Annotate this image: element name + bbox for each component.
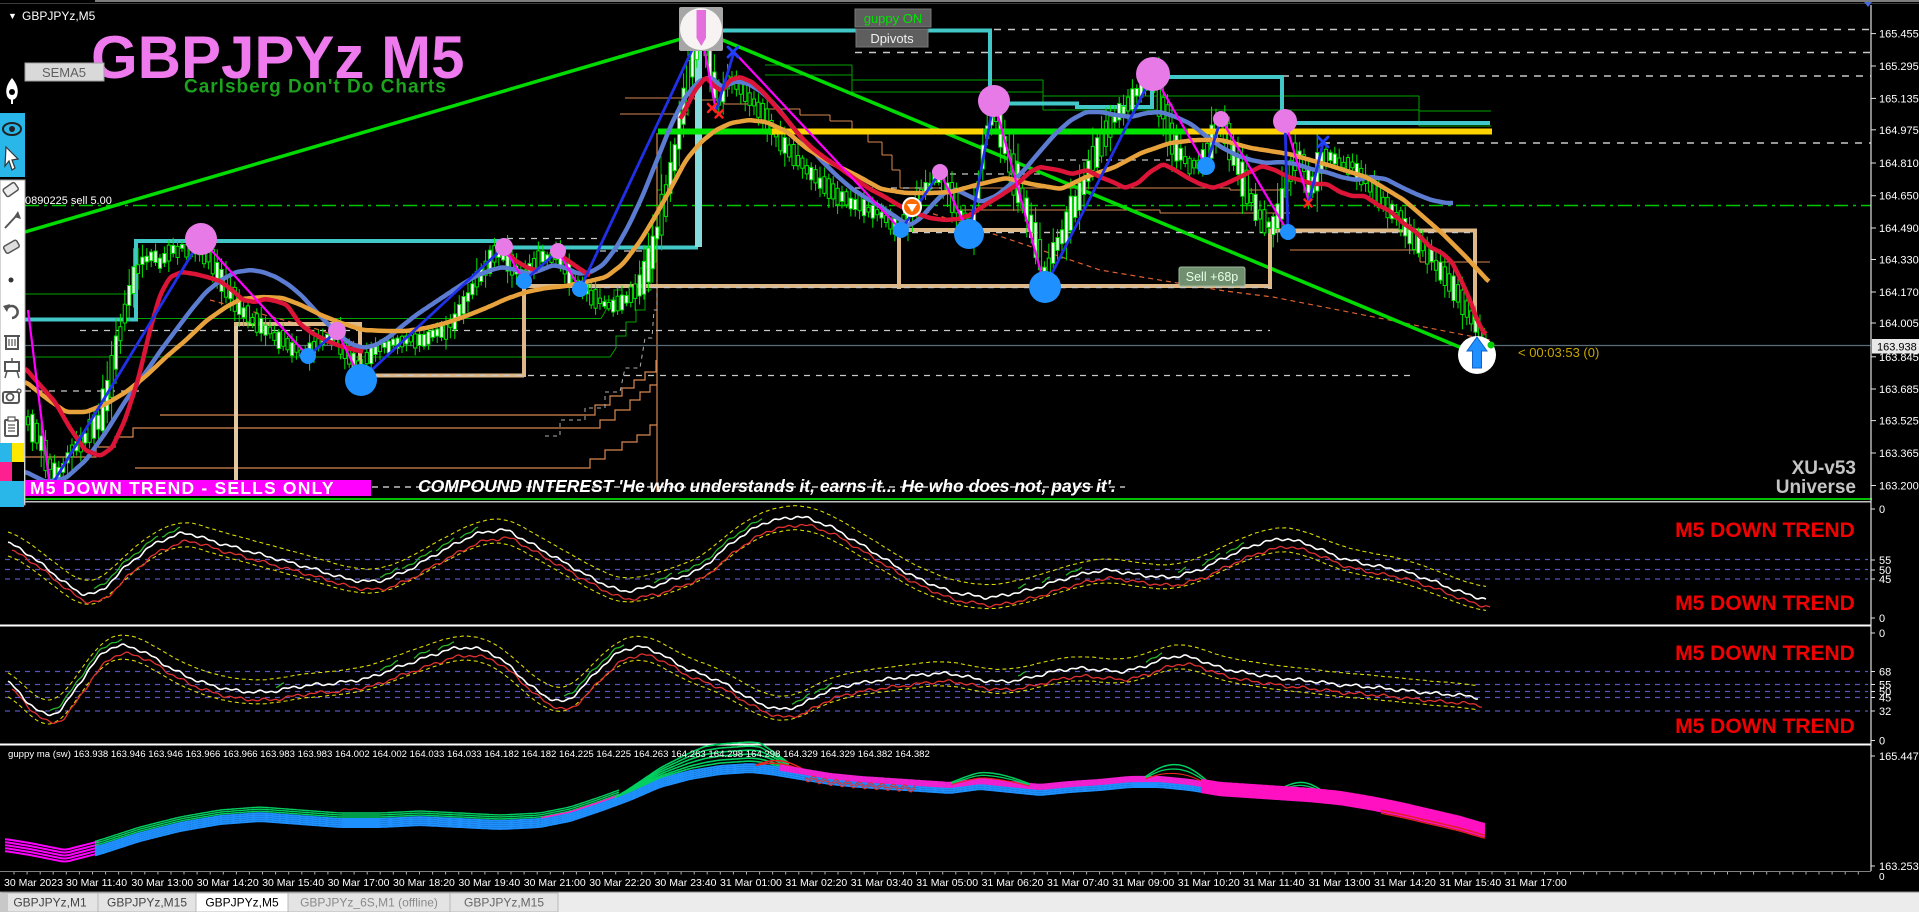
svg-text:31 Mar 15:40: 31 Mar 15:40 [1439, 877, 1501, 889]
svg-text:0: 0 [1879, 872, 1885, 883]
svg-text:31 Mar 10:20: 31 Mar 10:20 [1178, 877, 1240, 889]
svg-text:GBPJPYz,M15: GBPJPYz,M15 [107, 896, 187, 910]
svg-text:164.170: 164.170 [1879, 287, 1919, 299]
svg-text:0890225 sell 5.00: 0890225 sell 5.00 [25, 195, 112, 207]
svg-text:165.455: 165.455 [1879, 29, 1919, 41]
svg-text:31 Mar 13:00: 31 Mar 13:00 [1309, 877, 1371, 889]
svg-text:GBPJPYz,M1: GBPJPYz,M1 [13, 896, 87, 910]
svg-text:163.845: 163.845 [1879, 352, 1919, 364]
svg-text:GBPJPYz,M5: GBPJPYz,M5 [205, 896, 279, 910]
svg-text:165.135: 165.135 [1879, 93, 1919, 105]
svg-text:31 Mar 17:00: 31 Mar 17:00 [1505, 877, 1567, 889]
svg-text:163.253: 163.253 [1879, 861, 1919, 873]
svg-text:31 Mar 05:00: 31 Mar 05:00 [916, 877, 978, 889]
svg-text:0: 0 [1879, 504, 1885, 516]
svg-text:31 Mar 09:00: 31 Mar 09:00 [1112, 877, 1174, 889]
svg-text:163.200: 163.200 [1879, 481, 1919, 493]
svg-text:68: 68 [1879, 667, 1891, 679]
svg-text:Sell +68p: Sell +68p [1186, 270, 1239, 284]
svg-text:M5 DOWN TREND - SELLS ONLY: M5 DOWN TREND - SELLS ONLY [30, 478, 335, 498]
svg-text:GBPJPYz,M15: GBPJPYz,M15 [464, 896, 544, 910]
svg-text:XU-v53: XU-v53 [1792, 458, 1856, 479]
svg-text:M5 DOWN TREND: M5 DOWN TREND [1675, 519, 1855, 542]
svg-text:164.330: 164.330 [1879, 255, 1919, 267]
svg-text:30 Mar 15:40: 30 Mar 15:40 [262, 877, 324, 889]
svg-text:164.005: 164.005 [1879, 318, 1919, 330]
svg-text:0: 0 [1879, 736, 1885, 748]
svg-text:30 Mar 18:20: 30 Mar 18:20 [393, 877, 455, 889]
svg-text:30 Mar 22:20: 30 Mar 22:20 [589, 877, 651, 889]
svg-text:0: 0 [1879, 613, 1885, 625]
svg-text:30 Mar 14:20: 30 Mar 14:20 [197, 877, 259, 889]
svg-text:163.525: 163.525 [1879, 416, 1919, 428]
svg-text:Dpivots: Dpivots [870, 31, 914, 46]
svg-text:165.295: 165.295 [1879, 61, 1919, 73]
svg-text:COMPOUND INTEREST 'He who und: COMPOUND INTEREST 'He who understands it… [418, 476, 1116, 496]
svg-text:< 00:03:53 (0): < 00:03:53 (0) [1518, 345, 1599, 360]
svg-text:Universe: Universe [1776, 477, 1856, 498]
svg-text:32: 32 [1879, 706, 1891, 718]
svg-text:31 Mar 11:40: 31 Mar 11:40 [1243, 877, 1304, 889]
svg-text:31 Mar 01:00: 31 Mar 01:00 [720, 877, 782, 889]
svg-text:31 Mar 14:20: 31 Mar 14:20 [1374, 877, 1436, 889]
svg-text:GBPJPYz,M5: GBPJPYz,M5 [22, 9, 96, 23]
svg-text:30 Mar 23:40: 30 Mar 23:40 [655, 877, 717, 889]
svg-text:GBPJPYz_6S,M1 (offline): GBPJPYz_6S,M1 (offline) [300, 896, 438, 910]
svg-text:163.938: 163.938 [1877, 342, 1917, 354]
svg-text:0: 0 [1879, 628, 1885, 640]
svg-text:163.365: 163.365 [1879, 448, 1919, 460]
svg-text:164.490: 164.490 [1879, 223, 1919, 235]
svg-text:164.810: 164.810 [1879, 158, 1919, 170]
svg-text:M5 DOWN TREND: M5 DOWN TREND [1675, 642, 1855, 665]
svg-text:30 Mar 11:40: 30 Mar 11:40 [66, 877, 127, 889]
svg-text:M5 DOWN TREND: M5 DOWN TREND [1675, 715, 1855, 738]
svg-text:30 Mar 21:00: 30 Mar 21:00 [524, 877, 586, 889]
svg-text:30 Mar 19:40: 30 Mar 19:40 [458, 877, 520, 889]
svg-text:164.975: 164.975 [1879, 125, 1919, 137]
svg-text:M5 DOWN TREND: M5 DOWN TREND [1675, 592, 1855, 615]
svg-text:45: 45 [1879, 574, 1891, 586]
svg-text:▼: ▼ [8, 11, 17, 21]
svg-text:30 Mar 2023: 30 Mar 2023 [4, 877, 63, 889]
svg-text:31 Mar 02:20: 31 Mar 02:20 [785, 877, 847, 889]
svg-text:30 Mar 17:00: 30 Mar 17:00 [328, 877, 390, 889]
svg-text:164.650: 164.650 [1879, 191, 1919, 203]
svg-text:165.447: 165.447 [1879, 751, 1919, 763]
svg-text:31 Mar 06:20: 31 Mar 06:20 [982, 877, 1044, 889]
svg-text:guppy ma (sw) 163.938 163.946: guppy ma (sw) 163.938 163.946 163.946 16… [8, 749, 930, 760]
svg-text:31 Mar 03:40: 31 Mar 03:40 [851, 877, 913, 889]
svg-text:45: 45 [1879, 693, 1891, 705]
svg-text:SEMA5: SEMA5 [42, 65, 86, 80]
svg-text:Carlsberg Don't Do Charts: Carlsberg Don't Do Charts [184, 77, 447, 98]
svg-text:guppy ON: guppy ON [864, 11, 923, 26]
svg-text:31 Mar 07:40: 31 Mar 07:40 [1047, 877, 1109, 889]
svg-text:163.685: 163.685 [1879, 384, 1919, 396]
svg-text:30 Mar 13:00: 30 Mar 13:00 [131, 877, 193, 889]
